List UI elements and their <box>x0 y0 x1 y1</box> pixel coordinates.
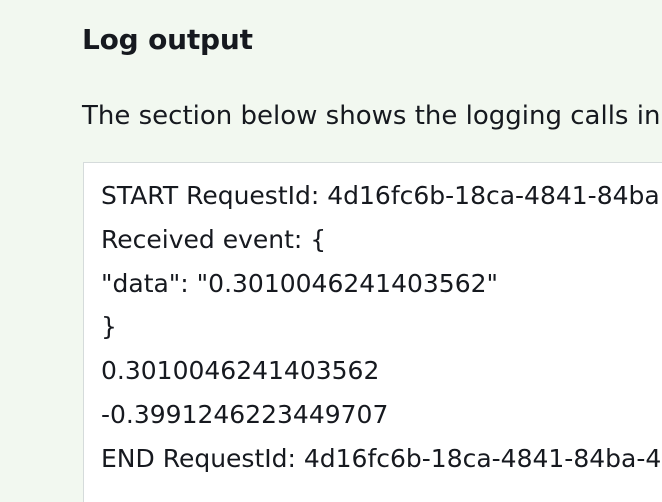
log-line-received-event: Received event: { <box>101 224 327 254</box>
log-line-data: "data": "0.3010046241403562" <box>101 268 499 298</box>
log-line-start: START RequestId: 4d16fc6b-18ca-4841-84ba <box>101 181 660 210</box>
log-output-box[interactable]: START RequestId: 4d16fc6b-18ca-4841-84ba… <box>83 162 662 502</box>
log-line-close-brace: } <box>101 312 117 342</box>
log-output-heading: Log output <box>82 23 253 56</box>
log-output-description: The section below shows the logging call… <box>82 101 662 131</box>
log-line-value-1: 0.3010046241403562 <box>101 356 380 386</box>
log-lines: START RequestId: 4d16fc6b-18ca-4841-84ba… <box>101 174 661 481</box>
log-line-value-2: -0.3991246223449707 <box>101 399 389 429</box>
log-line-end: END RequestId: 4d16fc6b-18ca-4841-84ba-4 <box>101 443 662 473</box>
